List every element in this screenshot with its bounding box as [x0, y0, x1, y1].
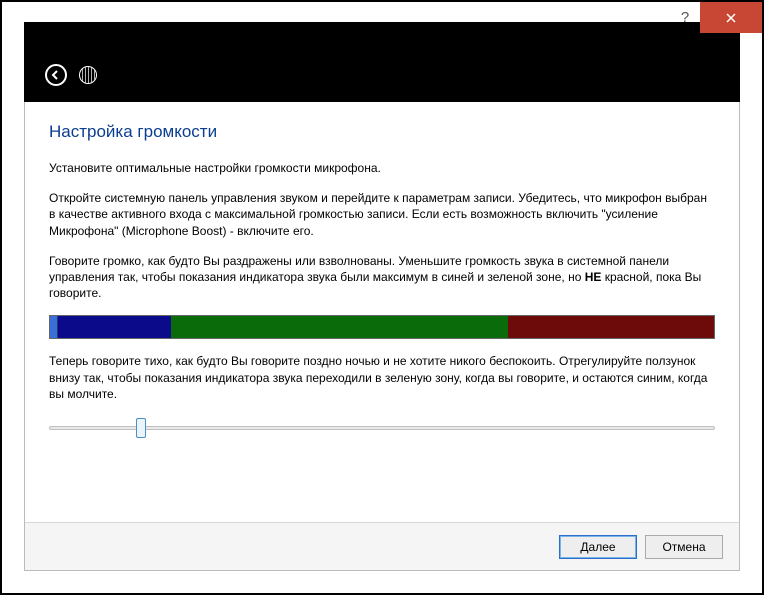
- instruction-2: Откройте системную панель управления зву…: [49, 190, 715, 239]
- main-panel: Настройка громкости Установите оптимальн…: [24, 102, 740, 571]
- volume-meter-cursor: [50, 316, 58, 338]
- microphone-icon: [79, 66, 97, 84]
- window-frame: ? Настройка громкости Установите оптимал…: [0, 0, 764, 595]
- instruction-3: Говорите громко, как будто Вы раздражены…: [49, 253, 715, 302]
- page-title: Настройка громкости: [49, 122, 715, 142]
- instruction-1: Установите оптимальные настройки громкос…: [49, 160, 715, 176]
- dialog-footer: Далее Отмена: [25, 522, 739, 570]
- volume-meter-red-zone: [508, 316, 714, 338]
- volume-meter: [49, 315, 715, 339]
- instruction-3a: Говорите громко, как будто Вы раздражены…: [49, 254, 669, 284]
- close-button[interactable]: [700, 2, 762, 33]
- slider-track: [49, 426, 715, 430]
- instruction-3-bold: НЕ: [585, 270, 602, 284]
- titlebar: ?: [2, 2, 762, 33]
- nav-row: [45, 64, 97, 86]
- volume-meter-green-zone: [171, 316, 508, 338]
- content-area: Настройка громкости Установите оптимальн…: [25, 102, 739, 440]
- next-rest: алее: [589, 540, 616, 554]
- slider-thumb[interactable]: [136, 418, 146, 438]
- header-black-bar: [24, 22, 740, 102]
- volume-meter-blue-zone: [58, 316, 171, 338]
- next-button[interactable]: Далее: [559, 535, 637, 559]
- next-underline: Д: [580, 540, 588, 554]
- instruction-4: Теперь говорите тихо, как будто Вы говор…: [49, 353, 715, 402]
- sensitivity-slider[interactable]: [49, 416, 715, 440]
- cancel-button[interactable]: Отмена: [645, 535, 723, 559]
- help-icon[interactable]: ?: [670, 2, 700, 33]
- back-button[interactable]: [45, 64, 67, 86]
